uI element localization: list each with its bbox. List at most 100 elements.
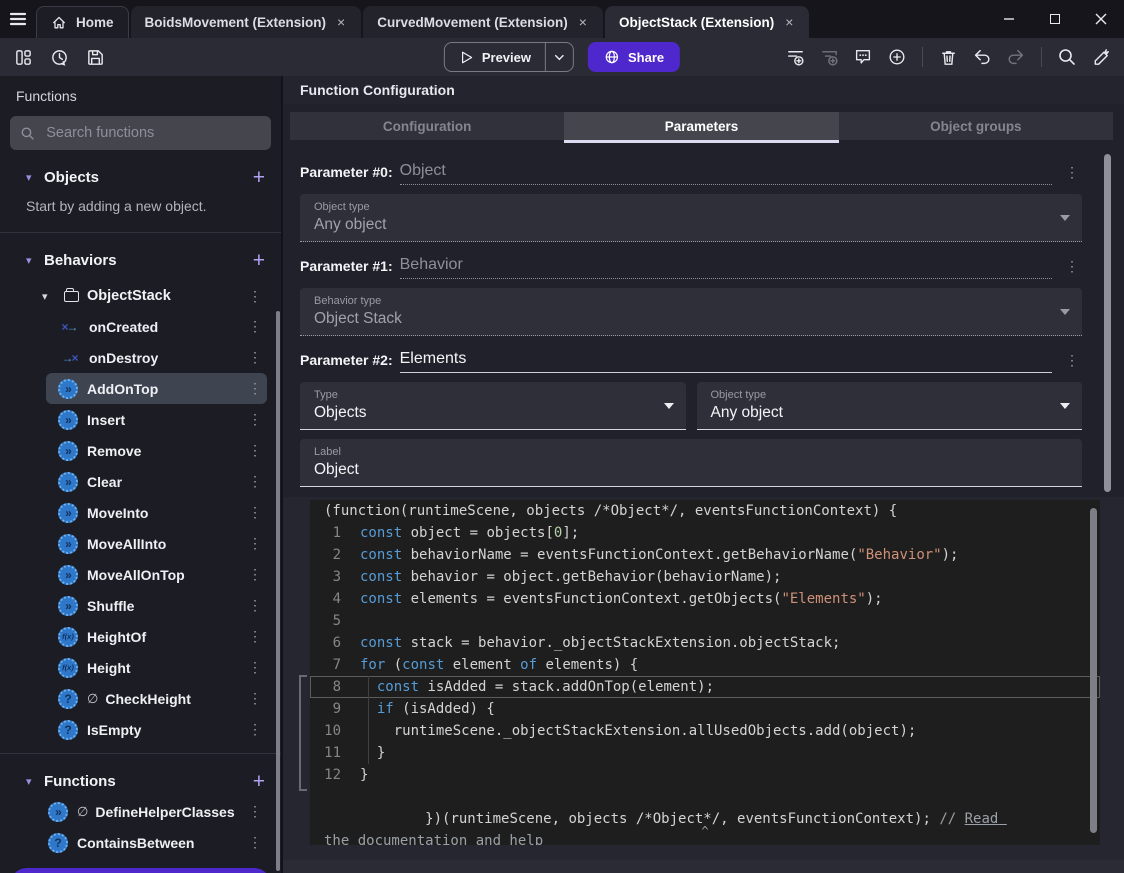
function-item-menu-button[interactable]: ⋮ <box>245 380 265 397</box>
code-line-7[interactable]: 7 for (const element of elements) { <box>310 654 1100 676</box>
object-type-select[interactable]: Object type Any object <box>300 194 1082 242</box>
functions-section-header[interactable]: ▾ Functions + <box>0 766 281 796</box>
resize-handle[interactable] <box>299 675 307 791</box>
sidebar-function-item-remove[interactable]: » Remove ⋮ <box>46 435 267 466</box>
function-item-menu-button[interactable]: ⋮ <box>245 659 265 676</box>
sidebar-function-item-checkheight[interactable]: ? ∅ CheckHeight ⋮ <box>46 683 267 714</box>
editor-expand-hint[interactable]: ^ <box>701 820 708 842</box>
sidebar-function-item-heightof[interactable]: f(x) HeightOf ⋮ <box>46 621 267 652</box>
close-window-button[interactable] <box>1078 0 1124 38</box>
behavior-group-menu-button[interactable]: ⋮ <box>245 288 265 305</box>
tab-home[interactable]: Home <box>36 6 129 38</box>
code-line-1[interactable]: 1 const object = objects[0]; <box>310 522 1100 544</box>
function-item-menu-button[interactable]: ⋮ <box>245 349 265 366</box>
undo-button[interactable] <box>969 44 995 70</box>
tab-object-groups[interactable]: Object groups <box>839 112 1113 140</box>
search-events-button[interactable] <box>1054 44 1080 70</box>
code-line-5[interactable]: 5 <box>310 610 1100 632</box>
code-line-4[interactable]: 4 const elements = eventsFunctionContext.… <box>310 588 1100 610</box>
function-item-menu-button[interactable]: ⋮ <box>245 442 265 459</box>
behavior-group-objectstack[interactable]: ▾ ObjectStack ⋮ <box>0 281 281 311</box>
parameter-name-input[interactable]: Elements <box>399 350 1052 373</box>
minimize-button[interactable] <box>986 0 1032 38</box>
label-text-field[interactable]: Label Object <box>300 439 1082 487</box>
sidebar-function-item-addontop[interactable]: » AddOnTop ⋮ <box>46 373 267 404</box>
behavior-type-select[interactable]: Behavior type Object Stack <box>300 288 1082 336</box>
open-panels-button[interactable] <box>10 44 36 70</box>
function-item-menu-button[interactable]: ⋮ <box>245 411 265 428</box>
function-item-menu-button[interactable]: ⋮ <box>245 803 265 820</box>
sidebar-function-item-moveallinto[interactable]: » MoveAllInto ⋮ <box>46 528 267 559</box>
add-function-plus-button[interactable]: + <box>253 771 265 792</box>
tab-close-button[interactable]: × <box>335 14 347 30</box>
tab-curvedmovement[interactable]: CurvedMovement (Extension) × <box>363 6 603 38</box>
code-line-6[interactable]: 6 const stack = behavior._objectStackExte… <box>310 632 1100 654</box>
sidebar-function-item-ondestroy[interactable]: →× onDestroy ⋮ <box>46 342 267 373</box>
add-sub-event-button[interactable] <box>816 44 842 70</box>
function-item-menu-button[interactable]: ⋮ <box>245 628 265 645</box>
objects-section-header[interactable]: ▾ Objects + <box>0 162 281 192</box>
sidebar-function-item-definehelperclasses[interactable]: » ∅ DefineHelperClasses ⋮ <box>36 796 267 827</box>
javascript-code-editor[interactable]: (function(runtimeScene, objects /*Object… <box>310 500 1100 845</box>
sidebar-function-item-containsbetween[interactable]: ? ContainsBetween ⋮ <box>36 827 267 858</box>
chevron-down-icon[interactable]: ▾ <box>26 254 44 267</box>
tab-objectstack[interactable]: ObjectStack (Extension) × <box>604 6 810 38</box>
save-button[interactable] <box>82 44 108 70</box>
code-line-10[interactable]: 10 runtimeScene._objectStackExtension.al… <box>310 720 1100 742</box>
share-button[interactable]: Share <box>588 42 681 72</box>
code-line-2[interactable]: 2 const behaviorName = eventsFunctionCont… <box>310 544 1100 566</box>
parameter-name-input[interactable]: Behavior <box>399 256 1052 279</box>
sidebar-function-item-moveallontop[interactable]: » MoveAllOnTop ⋮ <box>46 559 267 590</box>
main-menu-button[interactable] <box>0 2 36 36</box>
sidebar-function-item-shuffle[interactable]: » Shuffle ⋮ <box>46 590 267 621</box>
preview-options-button[interactable] <box>545 43 573 71</box>
function-item-menu-button[interactable]: ⋮ <box>245 473 265 490</box>
delete-button[interactable] <box>935 44 961 70</box>
function-item-menu-button[interactable]: ⋮ <box>245 566 265 583</box>
parameter-menu-button[interactable]: ⋮ <box>1062 258 1082 279</box>
tab-parameters[interactable]: Parameters <box>564 112 839 143</box>
add-circle-button[interactable] <box>884 44 910 70</box>
search-functions-box[interactable] <box>10 116 271 150</box>
preview-button[interactable]: Preview <box>443 42 575 72</box>
code-line-11[interactable]: 11 } <box>310 742 1100 764</box>
tab-configuration[interactable]: Configuration <box>290 112 564 140</box>
add-new-function-button[interactable]: + Add a new function <box>10 868 271 873</box>
sidebar-function-item-clear[interactable]: » Clear ⋮ <box>46 466 267 497</box>
code-editor-scrollbar[interactable] <box>1090 508 1097 833</box>
code-line-9[interactable]: 9 if (isAdded) { <box>310 698 1100 720</box>
function-item-menu-button[interactable]: ⋮ <box>245 504 265 521</box>
sidebar-function-item-height[interactable]: f(x) Height ⋮ <box>46 652 267 683</box>
parameters-scrollbar[interactable] <box>1104 154 1111 492</box>
function-item-menu-button[interactable]: ⋮ <box>245 834 265 851</box>
tab-close-button[interactable]: × <box>577 14 589 30</box>
behaviors-section-header[interactable]: ▾ Behaviors + <box>0 245 281 275</box>
sidebar-function-item-oncreated[interactable]: ×→ onCreated ⋮ <box>46 311 267 342</box>
edit-scene-button[interactable] <box>1088 44 1114 70</box>
code-line-8[interactable]: 8 const isAdded = stack.addOnTop(element… <box>310 676 1100 698</box>
function-item-menu-button[interactable]: ⋮ <box>245 597 265 614</box>
parameter-menu-button[interactable]: ⋮ <box>1062 164 1082 185</box>
maximize-button[interactable] <box>1032 0 1078 38</box>
code-line-3[interactable]: 3 const behavior = object.getBehavior(beh… <box>310 566 1100 588</box>
parameter-name-input[interactable]: Object <box>399 162 1052 185</box>
parameter-menu-button[interactable]: ⋮ <box>1062 352 1082 373</box>
chevron-down-icon[interactable]: ▾ <box>42 290 56 303</box>
version-history-button[interactable] <box>46 44 72 70</box>
add-event-button[interactable] <box>782 44 808 70</box>
sidebar-function-item-insert[interactable]: » Insert ⋮ <box>46 404 267 435</box>
code-line-12[interactable]: 12} <box>310 764 1100 786</box>
function-item-menu-button[interactable]: ⋮ <box>245 690 265 707</box>
add-comment-button[interactable] <box>850 44 876 70</box>
chevron-down-icon[interactable]: ▾ <box>26 775 44 788</box>
chevron-down-icon[interactable]: ▾ <box>26 171 44 184</box>
search-functions-input[interactable] <box>44 124 261 142</box>
add-behavior-button[interactable]: + <box>253 250 265 271</box>
sidebar-function-item-isempty[interactable]: ? IsEmpty ⋮ <box>46 714 267 745</box>
sidebar-scrollbar[interactable] <box>276 311 280 871</box>
function-item-menu-button[interactable]: ⋮ <box>245 535 265 552</box>
tab-boidsmovement[interactable]: BoidsMovement (Extension) × <box>130 6 362 38</box>
tab-close-button[interactable]: × <box>783 14 795 30</box>
function-item-menu-button[interactable]: ⋮ <box>245 318 265 335</box>
function-item-menu-button[interactable]: ⋮ <box>245 721 265 738</box>
